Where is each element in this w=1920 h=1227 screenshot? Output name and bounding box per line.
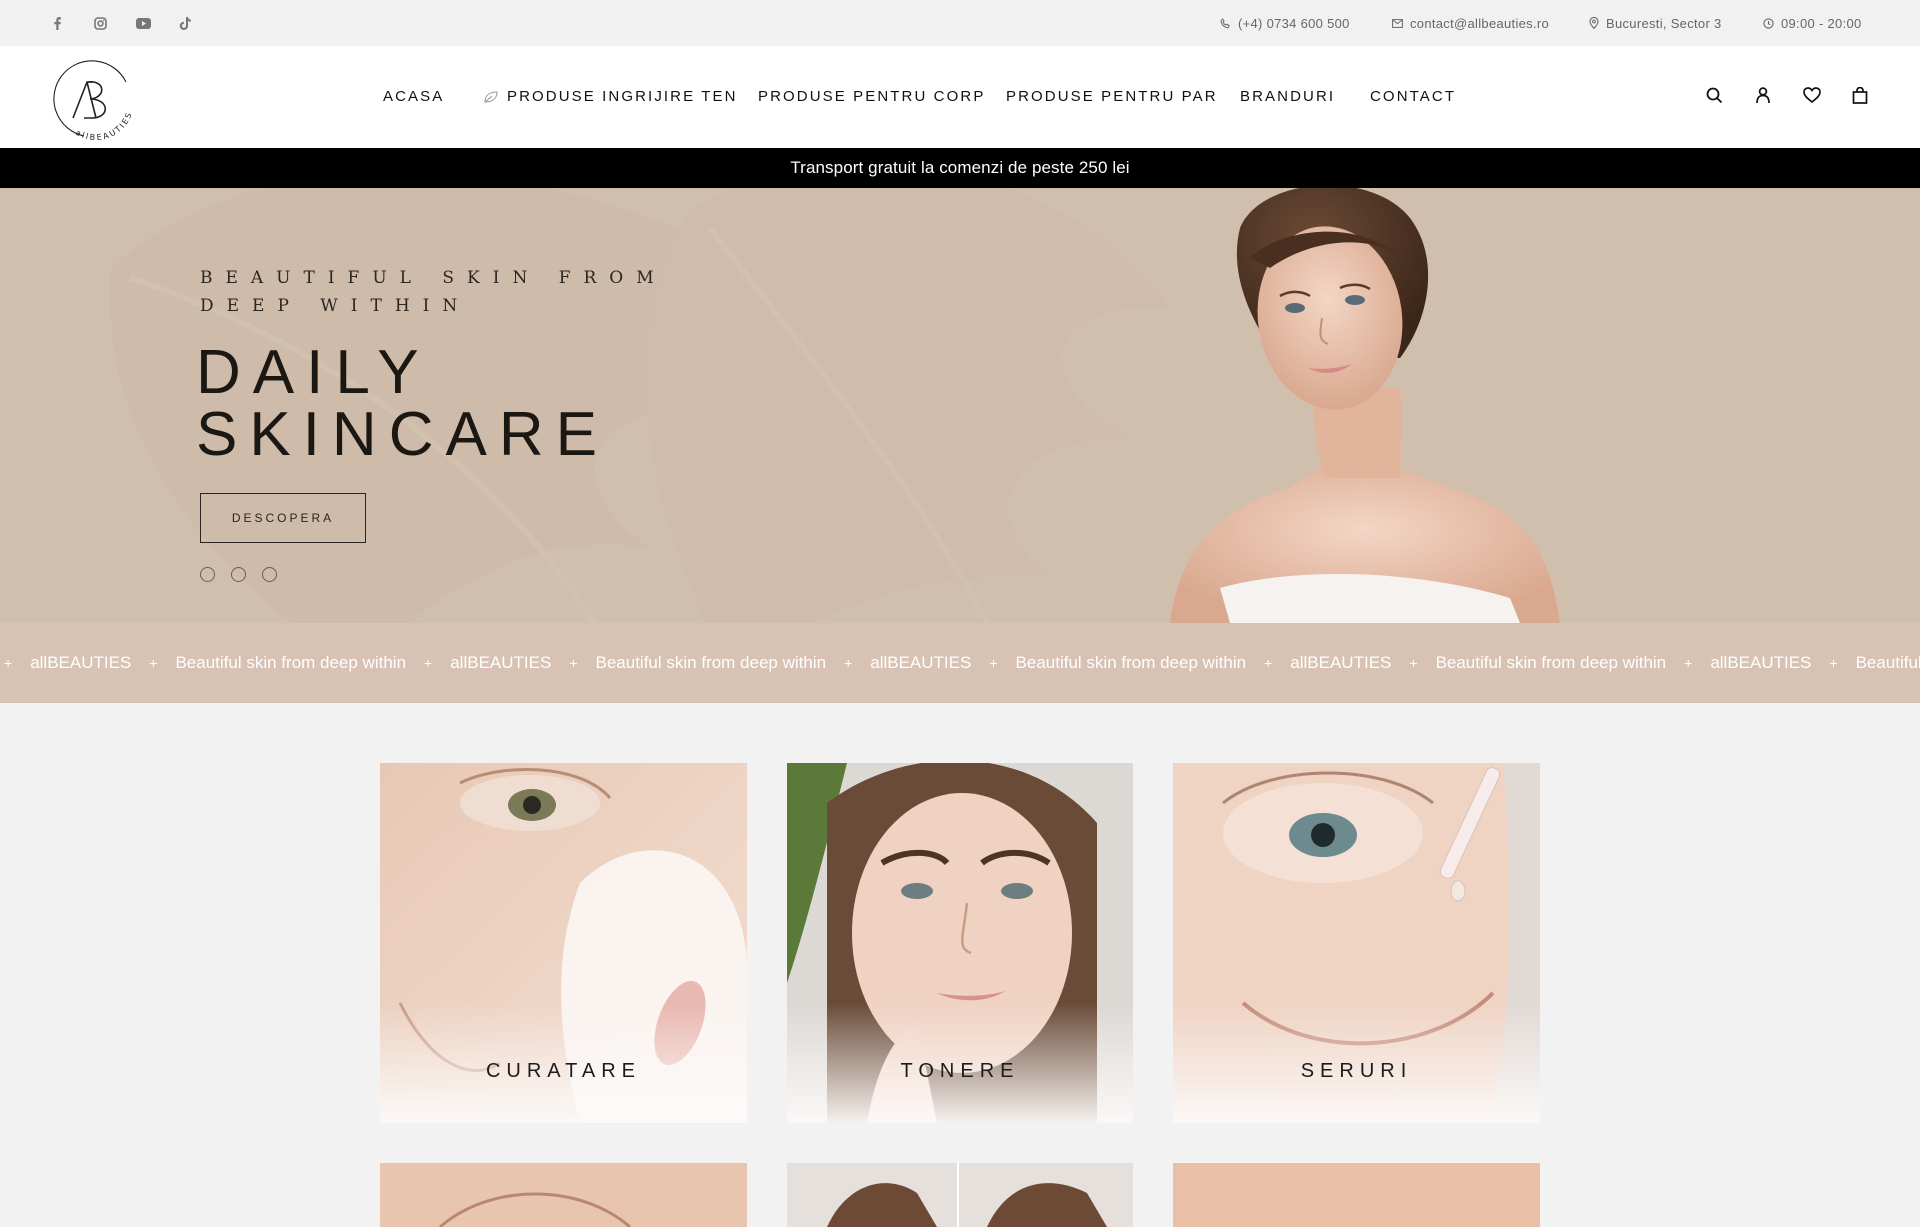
category-card-seruri[interactable]: SERURI <box>1173 763 1540 1123</box>
clock-icon <box>1763 17 1774 29</box>
marquee-item: Beautiful skin from deep within <box>595 653 827 672</box>
category-card-row2-1[interactable] <box>380 1163 747 1227</box>
marquee-item: allBEAUTIES <box>870 653 972 672</box>
marquee-separator: + <box>424 655 433 671</box>
svg-text:allBEAUTIES: allBEAUTIES <box>74 110 134 142</box>
opening-hours: 09:00 - 20:00 <box>1763 15 1862 31</box>
nav-item-produse-pentru-par[interactable]: PRODUSE PENTRU PAR <box>1006 88 1218 105</box>
marquee-separator: + <box>844 655 853 671</box>
marquee-item: Beautiful skin from deep within <box>1015 653 1247 672</box>
youtube-icon[interactable] <box>134 14 152 32</box>
leaf-icon <box>484 90 498 103</box>
nav-item-produse-ingrijire-ten[interactable]: PRODUSE INGRIJIRE TEN <box>483 88 738 105</box>
nav-label: CONTACT <box>1370 88 1457 105</box>
account-icon[interactable] <box>1752 84 1774 106</box>
hero-title: DAILY SKINCARE <box>196 342 609 466</box>
tiktok-icon[interactable] <box>176 14 194 32</box>
instagram-icon[interactable] <box>91 14 109 32</box>
category-image-row2-2 <box>787 1163 1133 1227</box>
announcement-bar: Transport gratuit la comenzi de peste 25… <box>0 148 1920 188</box>
marquee-item: allBEAUTIES <box>1710 653 1812 672</box>
nav-item-contact[interactable]: CONTACT <box>1370 88 1456 105</box>
nav-item-acasa[interactable]: ACASA <box>383 88 444 105</box>
nav-label: PRODUSE PENTRU CORP <box>758 88 986 105</box>
marquee-separator: + <box>1684 655 1693 671</box>
marquee-separator: + <box>1264 655 1273 671</box>
map-pin-icon <box>1589 17 1599 29</box>
top-utility-bar: (+4) 0734 600 500 contact@allbeauties.ro… <box>0 0 1920 46</box>
site-logo[interactable]: allBEAUTIES <box>46 54 134 142</box>
marquee-item: Beautiful skin from deep within <box>175 653 407 672</box>
nav-item-branduri[interactable]: BRANDURI <box>1240 88 1335 105</box>
nav-label: PRODUSE INGRIJIRE TEN <box>507 88 738 105</box>
search-icon[interactable] <box>1703 84 1725 106</box>
nav-label: BRANDURI <box>1240 88 1336 105</box>
marquee-item: allBEAUTIES <box>450 653 552 672</box>
hero-title-line-2: SKINCARE <box>196 400 609 469</box>
model-photo <box>1170 188 1560 623</box>
category-card-row2-2[interactable] <box>787 1163 1133 1227</box>
marquee-item: Beautiful sk <box>1855 653 1920 672</box>
nav-label: ACASA <box>383 88 445 105</box>
main-header: allBEAUTIES ACASA PRODUSE INGRIJIRE TEN … <box>0 46 1920 148</box>
hero-kicker: BEAUTIFUL SKIN FROM DEEP WITHIN <box>200 268 667 316</box>
marquee-separator: + <box>1409 655 1418 671</box>
category-card-row2-3[interactable] <box>1173 1163 1540 1227</box>
category-label: SERURI <box>1300 1060 1413 1082</box>
cart-bag-icon[interactable] <box>1849 84 1871 106</box>
slider-dot-2[interactable] <box>231 567 246 582</box>
address-contact[interactable]: Bucuresti, Sector 3 <box>1589 15 1722 31</box>
nav-item-produse-pentru-corp[interactable]: PRODUSE PENTRU CORP <box>758 88 985 105</box>
category-card-tonere[interactable]: TONERE <box>787 763 1133 1123</box>
phone-number: (+4) 0734 600 500 <box>1238 15 1350 31</box>
marquee-separator: + <box>4 655 13 671</box>
phone-contact[interactable]: (+4) 0734 600 500 <box>1220 15 1350 31</box>
facebook-icon[interactable] <box>48 14 66 32</box>
slider-dot-3[interactable] <box>262 567 277 582</box>
marquee-separator: + <box>1829 655 1838 671</box>
logo-mark: allBEAUTIES <box>53 60 134 142</box>
announcement-text: Transport gratuit la comenzi de peste 25… <box>790 158 1130 177</box>
marquee-separator: + <box>149 655 158 671</box>
mail-icon <box>1392 18 1403 28</box>
phone-icon <box>1220 17 1230 28</box>
category-image-row2-1 <box>380 1163 747 1227</box>
marquee-item: Beautiful skin from deep within <box>1435 653 1667 672</box>
email-address: contact@allbeauties.ro <box>1410 15 1550 31</box>
category-label: CURATARE <box>485 1060 642 1082</box>
marquee-track: + allBEAUTIES + Beautiful skin from deep wi… <box>0 623 1920 703</box>
category-card-curatare[interactable]: CURATARE <box>380 763 747 1123</box>
wishlist-heart-icon[interactable] <box>1801 84 1823 106</box>
marquee-banner: + allBEAUTIES + Beautiful skin from deep wi… <box>0 623 1920 703</box>
slider-dot-1[interactable] <box>200 567 215 582</box>
category-label: TONERE <box>900 1060 1020 1082</box>
email-contact[interactable]: contact@allbeauties.ro <box>1392 15 1549 31</box>
discover-button[interactable]: DESCOPERA <box>200 493 366 543</box>
marquee-item: allBEAUTIES <box>1290 653 1392 672</box>
hero-slider: BEAUTIFUL SKIN FROM DEEP WITHIN DAILY SK… <box>0 188 1920 623</box>
hours-text: 09:00 - 20:00 <box>1781 15 1862 31</box>
marquee-separator: + <box>569 655 578 671</box>
marquee-item: allBEAUTIES <box>30 653 132 672</box>
nav-label: PRODUSE PENTRU PAR <box>1006 88 1218 105</box>
category-image-row2-3 <box>1173 1163 1540 1227</box>
address-text: Bucuresti, Sector 3 <box>1606 15 1722 31</box>
hero-title-line-1: DAILY <box>196 338 431 407</box>
marquee-separator: + <box>989 655 998 671</box>
